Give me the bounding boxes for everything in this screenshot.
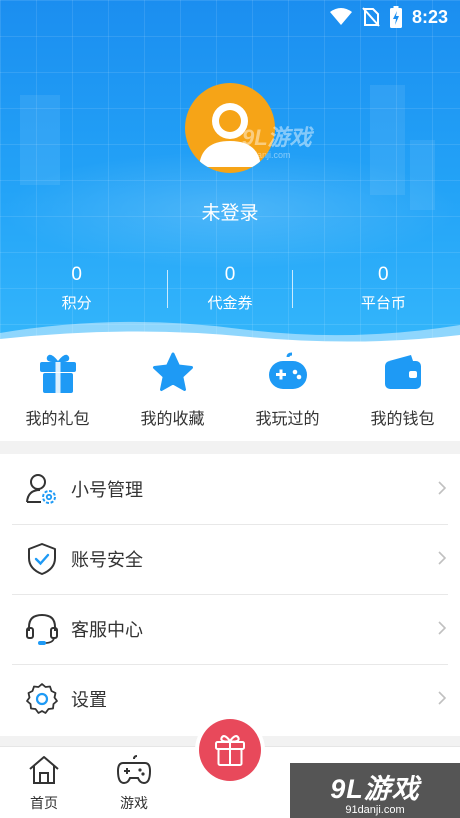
stat-divider — [167, 270, 168, 308]
header-wave — [0, 321, 460, 345]
status-time: 8:23 — [411, 6, 448, 27]
quick-played-games[interactable]: 我玩过的 — [230, 345, 345, 441]
watermark-brand: 9L游戏 — [242, 125, 312, 150]
stat-label: 积分 — [61, 294, 92, 312]
quick-my-favorites[interactable]: 我的收藏 — [115, 345, 230, 441]
account-stats: 0 积分 0 代金券 0 平台币 — [0, 262, 460, 322]
quick-label: 我的礼包 — [25, 409, 90, 428]
home-icon — [29, 756, 59, 784]
stat-value: 0 — [378, 264, 389, 285]
watermark-overlay: 9L游戏 91danji.com — [242, 120, 312, 160]
watermark-badge: 9L游戏 91danji.com — [290, 763, 460, 818]
menu-sub-accounts[interactable]: 小号管理 — [0, 454, 460, 524]
stat-value: 0 — [224, 264, 236, 285]
gift-icon — [39, 354, 76, 393]
quick-my-gifts[interactable]: 我的礼包 — [0, 345, 115, 441]
quick-label: 我的收藏 — [140, 409, 205, 428]
menu-label: 客服中心 — [71, 620, 143, 641]
stat-vouchers[interactable]: 0 代金券 — [153, 262, 306, 322]
header-deco-bar — [370, 85, 405, 195]
status-bar: 8:23 — [0, 0, 460, 34]
settings-gear-icon — [25, 682, 59, 716]
nav-label: 首页 — [30, 796, 58, 812]
nav-label: 游戏 — [120, 796, 148, 812]
chevron-right-icon — [438, 691, 446, 705]
watermark-domain: 91danji.com — [345, 804, 405, 816]
bottom-navigation: 首页 游戏 9L游戏 91danji.com — [0, 719, 460, 818]
stat-label: 平台币 — [360, 294, 406, 312]
watermark-brand: 9L游戏 — [330, 774, 420, 804]
nav-games[interactable]: 游戏 — [104, 755, 164, 813]
stat-label: 代金券 — [207, 294, 253, 312]
stat-value: 0 — [71, 264, 82, 285]
menu-account-security[interactable]: 账号安全 — [0, 524, 460, 594]
menu-label: 设置 — [71, 690, 107, 711]
stat-divider — [292, 270, 293, 308]
stat-points[interactable]: 0 积分 — [0, 262, 153, 322]
headset-icon — [25, 612, 59, 646]
quick-label: 我的钱包 — [370, 409, 435, 428]
watermark-domain: 91danji.com — [242, 150, 291, 160]
menu-label: 账号安全 — [71, 550, 143, 571]
quick-label: 我玩过的 — [255, 409, 320, 428]
gift-icon — [215, 735, 245, 766]
settings-menu: 小号管理 账号安全 客服中心 设置 — [0, 454, 460, 736]
battery-charging-icon — [389, 6, 402, 28]
wallet-icon — [384, 355, 421, 389]
joystick-icon — [116, 755, 152, 785]
nav-home[interactable]: 首页 — [14, 755, 74, 813]
chevron-right-icon — [438, 551, 446, 565]
profile-header: 8:23 9L游戏 91danji.com 未登录 0 积分 0 代金券 0 平… — [0, 0, 460, 345]
menu-customer-service[interactable]: 客服中心 — [0, 594, 460, 664]
gamepad-icon — [268, 352, 307, 389]
user-gear-icon — [25, 472, 59, 506]
menu-label: 小号管理 — [71, 480, 143, 501]
header-deco-bar — [20, 95, 60, 185]
shield-check-icon — [25, 542, 59, 576]
chevron-right-icon — [438, 621, 446, 635]
star-icon — [152, 352, 193, 391]
chevron-right-icon — [438, 481, 446, 495]
nav-center-gift-button[interactable] — [199, 719, 261, 781]
login-status-text[interactable]: 未登录 — [0, 198, 460, 225]
no-sim-icon — [362, 7, 380, 27]
stat-platform-coins[interactable]: 0 平台币 — [307, 262, 460, 322]
quick-actions: 我的礼包 我的收藏 我玩过的 我的钱包 — [0, 345, 460, 441]
quick-my-wallet[interactable]: 我的钱包 — [345, 345, 460, 441]
wifi-icon — [329, 8, 352, 25]
